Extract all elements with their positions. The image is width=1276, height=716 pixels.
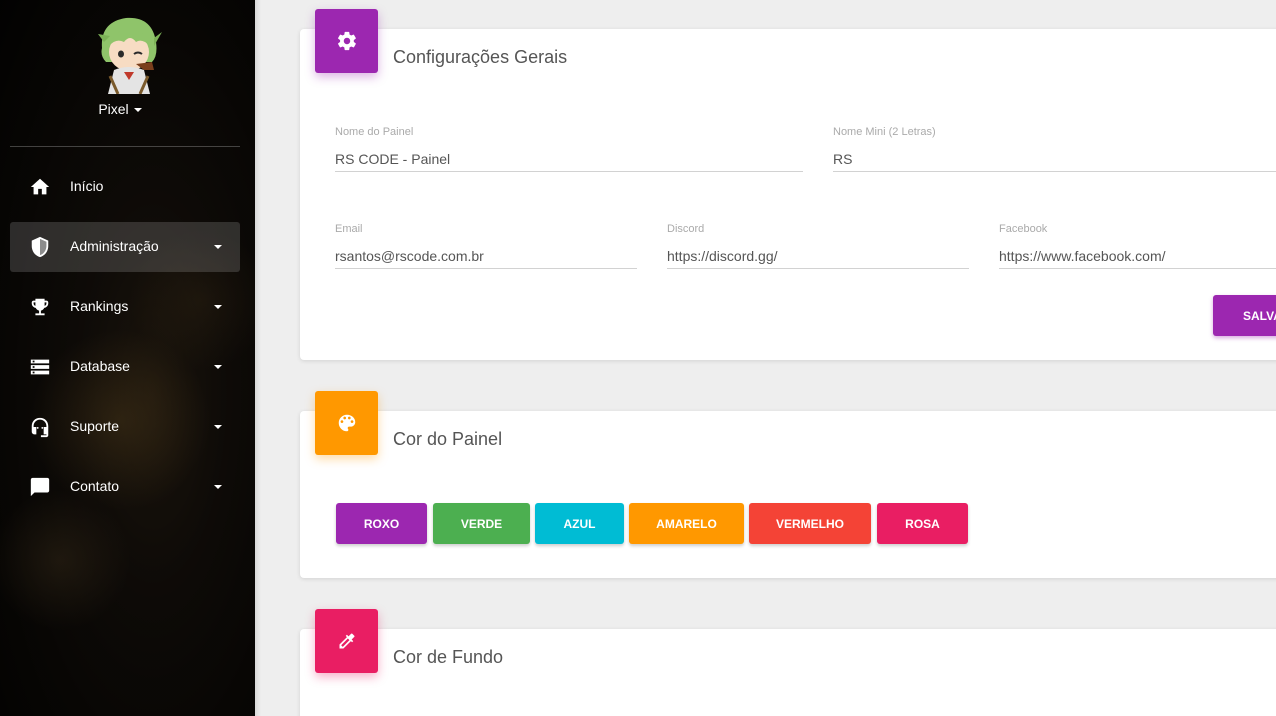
color-option-roxo[interactable]: ROXO <box>336 503 427 544</box>
color-option-rosa[interactable]: ROSA <box>877 503 968 544</box>
color-option-verde[interactable]: VERDE <box>433 503 530 544</box>
sidebar-nav: Início Administração Rankings Database S… <box>10 162 240 522</box>
card-header-icon <box>315 609 378 673</box>
card-title: Configurações Gerais <box>393 47 568 67</box>
trophy-icon <box>31 298 49 316</box>
mini-name-input[interactable] <box>833 146 1276 172</box>
home-icon <box>30 178 50 195</box>
sidebar-item-administracao[interactable]: Administração <box>10 222 240 272</box>
chevron-down-icon <box>214 365 222 369</box>
sidebar-item-label: Suporte <box>70 418 120 434</box>
discord-input[interactable] <box>667 243 969 269</box>
eyedropper-icon <box>339 633 355 649</box>
sidebar-item-database[interactable]: Database <box>10 342 240 392</box>
sidebar-item-rankings[interactable]: Rankings <box>10 282 240 332</box>
field-label: Facebook <box>999 223 1048 235</box>
sidebar-item-suporte[interactable]: Suporte <box>10 402 240 452</box>
sidebar-item-label: Database <box>70 358 130 374</box>
user-name: Pixel <box>98 101 129 117</box>
avatar[interactable] <box>96 12 162 94</box>
storage-icon <box>30 359 50 375</box>
facebook-input[interactable] <box>999 243 1276 269</box>
sidebar-item-label: Administração <box>70 238 159 254</box>
gear-icon <box>337 31 356 51</box>
field-label: Nome do Painel <box>335 126 414 138</box>
chevron-down-icon <box>214 425 222 429</box>
palette-icon <box>338 414 355 432</box>
sidebar-item-contato[interactable]: Contato <box>10 462 240 512</box>
chevron-down-icon <box>214 485 222 489</box>
field-label: Discord <box>667 223 705 235</box>
sidebar: Pixel Início Administração Rankings Data… <box>0 0 255 716</box>
sidebar-item-inicio[interactable]: Início <box>10 162 240 212</box>
card-title: Cor de Fundo <box>393 647 504 667</box>
chevron-down-icon <box>214 305 222 309</box>
field-label: Nome Mini (2 Letras) <box>833 126 936 138</box>
user-menu-toggle[interactable]: Pixel <box>0 101 240 117</box>
card-header-icon <box>315 391 378 455</box>
sidebar-item-label: Início <box>70 178 104 194</box>
save-button[interactable]: SALVA <box>1213 295 1276 336</box>
background-color-card: Cor de Fundo <box>300 609 1276 716</box>
color-option-amarelo[interactable]: AMARELO <box>629 503 744 544</box>
sidebar-edge <box>255 0 261 716</box>
chevron-down-icon <box>214 245 222 249</box>
sidebar-item-label: Rankings <box>70 298 129 314</box>
general-settings-card: Configurações Gerais Nome do Painel Nome… <box>300 9 1276 360</box>
field-label: Email <box>335 223 363 235</box>
headset-icon <box>31 417 49 438</box>
panel-name-input[interactable] <box>335 146 803 172</box>
email-input[interactable] <box>335 243 637 269</box>
color-option-vermelho[interactable]: VERMELHO <box>749 503 871 544</box>
card-title: Cor do Painel <box>393 429 503 449</box>
shield-icon <box>31 236 49 258</box>
color-option-azul[interactable]: AZUL <box>535 503 624 544</box>
card-header-icon <box>315 9 378 73</box>
chevron-down-icon <box>133 108 142 113</box>
user-profile: Pixel <box>0 0 240 146</box>
sidebar-item-label: Contato <box>70 478 120 494</box>
chat-icon <box>30 477 50 497</box>
divider <box>10 146 240 147</box>
panel-color-card: Cor do Painel ROXO VERDE AZUL AMARELO VE… <box>300 391 1276 578</box>
